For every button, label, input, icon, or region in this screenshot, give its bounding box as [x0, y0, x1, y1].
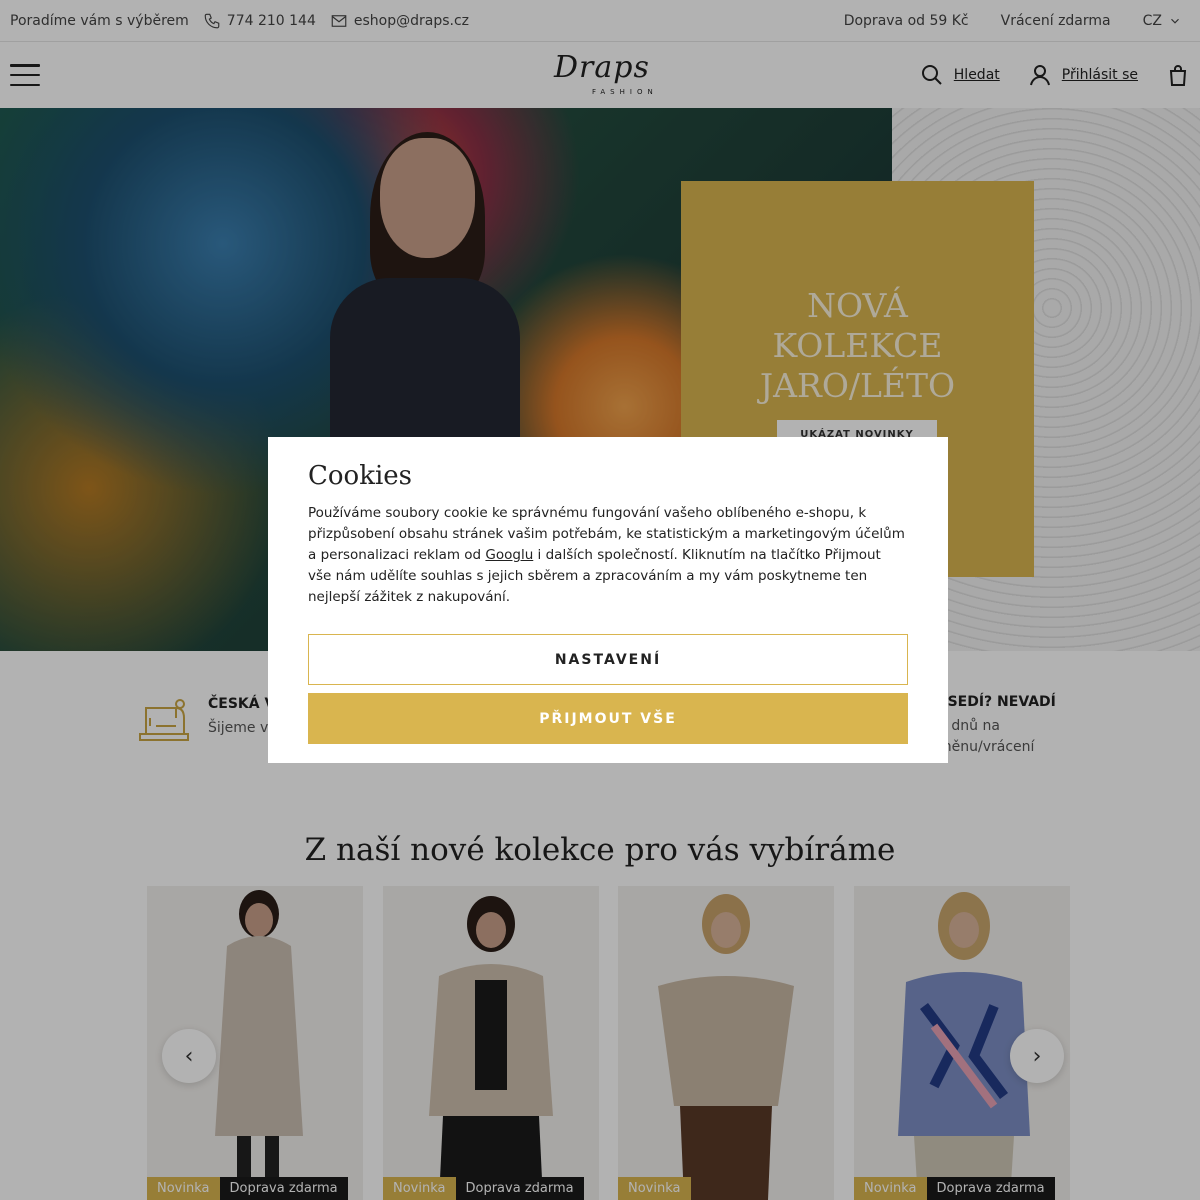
cookie-text: Používáme soubory cookie ke správnému fu… [308, 503, 908, 608]
google-link[interactable]: Googlu [485, 547, 533, 563]
cookie-settings-button[interactable]: NASTAVENÍ [308, 634, 908, 685]
cookie-dialog: Cookies Používáme soubory cookie ke sprá… [268, 437, 948, 763]
cookie-accept-all-button[interactable]: PŘIJMOUT VŠE [308, 693, 908, 744]
cookie-title: Cookies [308, 461, 412, 491]
